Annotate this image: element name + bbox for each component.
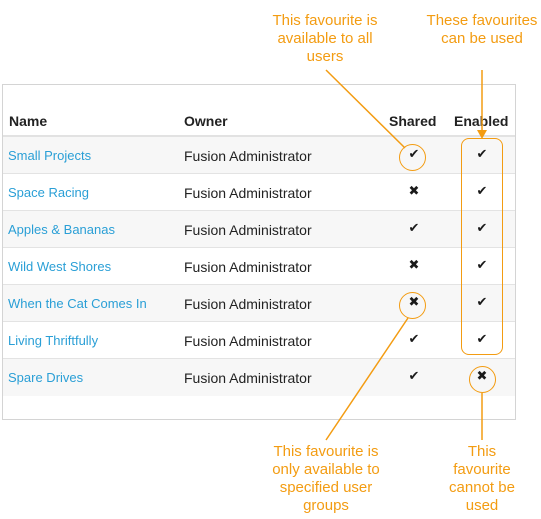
- cross-icon: ✖: [408, 184, 420, 199]
- check-icon: ✔: [408, 369, 420, 384]
- column-header-enabled[interactable]: Enabled: [454, 113, 508, 129]
- favourite-name-link[interactable]: Wild West Shores: [8, 259, 111, 274]
- table-row: Spare Drives Fusion Administrator ✔ ✖: [3, 359, 515, 396]
- check-icon: ✔: [408, 221, 420, 236]
- highlight-ring-not-used: [469, 366, 496, 393]
- owner-cell: Fusion Administrator: [184, 148, 312, 164]
- favourite-name-link[interactable]: Small Projects: [8, 148, 91, 163]
- column-header-shared[interactable]: Shared: [389, 113, 436, 129]
- highlight-bracket-enabled: [461, 138, 503, 355]
- table-row: When the Cat Comes In Fusion Administrat…: [3, 285, 515, 322]
- callout-shared-all: This favourite is available to all users: [272, 12, 378, 65]
- highlight-ring-shared-groups: [399, 292, 426, 319]
- table-row: Small Projects Fusion Administrator ✔ ✔: [3, 137, 515, 174]
- owner-cell: Fusion Administrator: [184, 185, 312, 201]
- table-header: Name Owner Shared Enabled: [3, 85, 515, 137]
- owner-cell: Fusion Administrator: [184, 370, 312, 386]
- favourite-name-link[interactable]: Living Thriftfully: [8, 333, 98, 348]
- callout-enabled-used: These favourites can be used: [426, 12, 538, 47]
- favourite-name-link[interactable]: Spare Drives: [8, 370, 83, 385]
- callout-shared-groups: This favourite is only available to spec…: [272, 443, 380, 514]
- table-row: Apples & Bananas Fusion Administrator ✔ …: [3, 211, 515, 248]
- favourite-name-link[interactable]: Space Racing: [8, 185, 89, 200]
- favourite-name-link[interactable]: When the Cat Comes In: [8, 296, 147, 311]
- cross-icon: ✖: [408, 258, 420, 273]
- table-row: Living Thriftfully Fusion Administrator …: [3, 322, 515, 359]
- owner-cell: Fusion Administrator: [184, 259, 312, 275]
- owner-cell: Fusion Administrator: [184, 222, 312, 238]
- favourite-name-link[interactable]: Apples & Bananas: [8, 222, 115, 237]
- column-header-name[interactable]: Name: [9, 113, 47, 129]
- highlight-ring-shared-all: [399, 144, 426, 171]
- check-icon: ✔: [408, 332, 420, 347]
- owner-cell: Fusion Administrator: [184, 333, 312, 349]
- favourites-table: Name Owner Shared Enabled Small Projects…: [2, 84, 516, 420]
- owner-cell: Fusion Administrator: [184, 296, 312, 312]
- callout-not-used: This favourite cannot be used: [449, 443, 515, 514]
- table-row: Wild West Shores Fusion Administrator ✖ …: [3, 248, 515, 285]
- table-row: Space Racing Fusion Administrator ✖ ✔: [3, 174, 515, 211]
- column-header-owner[interactable]: Owner: [184, 113, 228, 129]
